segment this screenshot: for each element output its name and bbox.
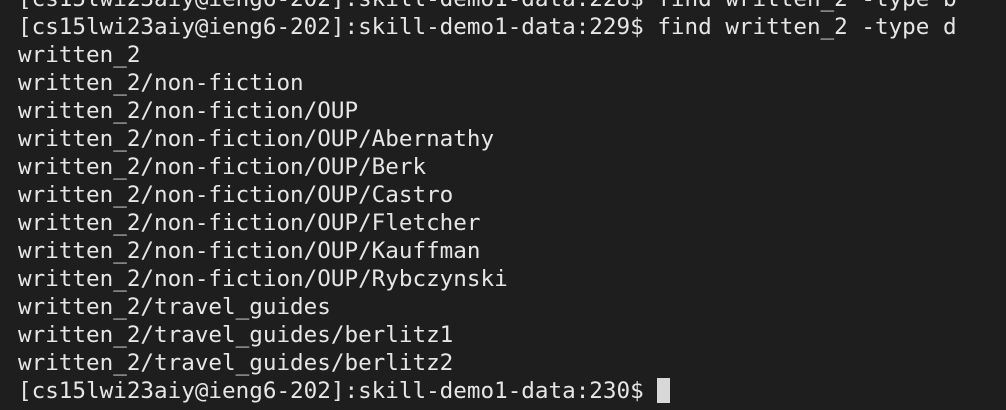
terminal-output-line: written_2	[18, 42, 141, 68]
terminal-output-line: written_2/travel_guides	[18, 294, 331, 320]
terminal-output-line: written_2/non-fiction/OUP/Castro	[18, 182, 454, 208]
text-cursor	[656, 378, 670, 403]
terminal-output-line: written_2/non-fiction	[18, 70, 304, 96]
terminal-output-line: written_2/non-fiction/OUP/Abernathy	[18, 126, 495, 152]
terminal-output-line: written_2/non-fiction/OUP/Kauffman	[18, 238, 481, 264]
terminal-output-line: written_2/non-fiction/OUP	[18, 98, 359, 124]
terminal-output-line: written_2/non-fiction/OUP/Berk	[18, 154, 427, 180]
terminal-prompt-line[interactable]: [cs15lwi23aiy@ieng6-202]:skill-demo1-dat…	[18, 377, 957, 405]
terminal-output-line: written_2/travel_guides/berlitz2	[18, 350, 454, 376]
terminal-line-previous-command: [cs15lwi23aiy@ieng6-202]:skill-demo1-dat…	[18, 0, 957, 13]
terminal-prompt: [cs15lwi23aiy@ieng6-202]:skill-demo1-dat…	[18, 378, 644, 404]
terminal-output-line: written_2/travel_guides/berlitz1	[18, 322, 454, 348]
terminal-window[interactable]: [cs15lwi23aiy@ieng6-202]:skill-demo1-dat…	[0, 0, 1006, 410]
terminal-output-line: written_2/non-fiction/OUP/Fletcher	[18, 210, 481, 236]
terminal-output: [cs15lwi23aiy@ieng6-202]:skill-demo1-dat…	[18, 0, 957, 405]
terminal-output-line: written_2/non-fiction/OUP/Rybczynski	[18, 266, 508, 292]
terminal-line-command: [cs15lwi23aiy@ieng6-202]:skill-demo1-dat…	[18, 14, 957, 40]
